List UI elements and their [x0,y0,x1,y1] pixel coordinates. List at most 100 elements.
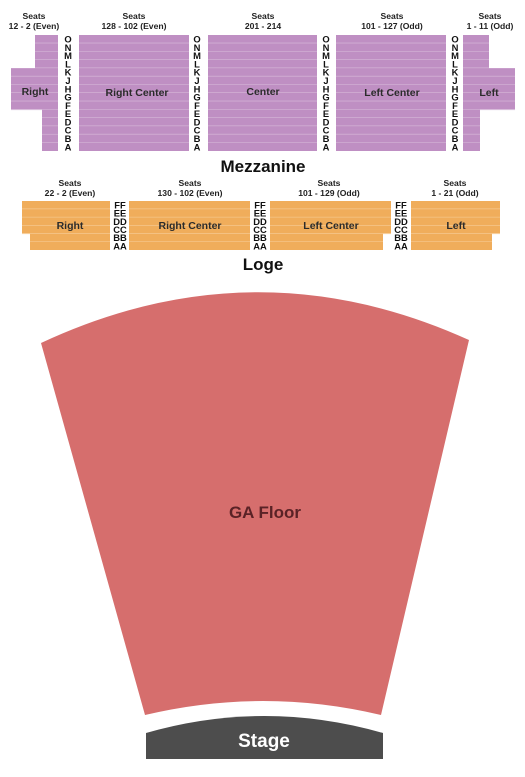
mezzanine-row-e[interactable] [463,109,480,118]
loge-row-ff[interactable] [411,201,500,210]
loge-section-right-center[interactable]: Seats130 - 102 (Even) Right Center [129,178,250,250]
mezzanine-row-d[interactable] [208,117,317,127]
loge-row-ff[interactable] [270,201,391,210]
seats-range: 1 - 21 (Odd) [431,188,478,198]
mezzanine-row-m[interactable] [208,51,317,60]
mezzanine-row-f[interactable] [336,101,446,110]
mezzanine-row-n[interactable] [35,43,58,52]
seats-title: Seats [59,178,82,188]
mezzanine-row-o[interactable] [79,35,189,44]
mezzanine-row-b[interactable] [336,134,446,143]
mezzanine-row-d[interactable] [463,117,480,127]
mezzanine-row-j[interactable] [208,76,317,85]
loge-row-bb[interactable] [411,233,492,242]
seats-range: 201 - 214 [245,21,282,31]
loge-section-left[interactable]: Seats1 - 21 (Odd) Left [411,178,500,250]
section-label: Left Center [303,220,358,232]
mezzanine-row-n[interactable] [79,43,189,52]
mezzanine-section-right-center[interactable]: Seats128 - 102 (Even) Right Center [79,11,189,151]
loge-row-ee[interactable] [411,209,500,218]
mezzanine-row-k[interactable] [336,68,446,77]
mezzanine-row-c[interactable] [208,126,317,135]
mezzanine-row-o[interactable] [35,35,58,44]
mezzanine-row-d[interactable] [79,117,189,127]
mezzanine-row-b[interactable] [208,134,317,143]
mezzanine-row-k[interactable] [208,68,317,77]
mezzanine-row-d[interactable] [42,117,58,127]
mezzanine-row-c[interactable] [336,126,446,135]
mezzanine-section-center[interactable]: Seats201 - 214 Center [208,11,317,151]
mezzanine-row-n[interactable] [336,43,446,52]
mezzanine-row-a[interactable] [336,142,446,151]
mezzanine-row-l[interactable] [463,59,489,69]
mezzanine-row-e[interactable] [336,109,446,118]
mezzanine-row-j[interactable] [11,76,58,85]
loge-section-left-center[interactable]: Seats101 - 129 (Odd) Left Center [270,178,391,250]
mezzanine-row-c[interactable] [463,126,480,135]
seats-title: Seats [23,11,46,21]
loge-row-ee[interactable] [129,209,250,218]
mezzanine-row-l[interactable] [35,59,58,69]
seats-title: Seats [123,11,146,21]
mezzanine-section-left[interactable]: Seats1 - 11 (Odd) Left [463,11,515,151]
mezzanine-row-f[interactable] [79,101,189,110]
mezzanine-row-f[interactable] [208,101,317,110]
mezzanine-row-a[interactable] [79,142,189,151]
loge-row-ee[interactable] [22,209,110,218]
mezzanine-row-e[interactable] [79,109,189,118]
section-label: Right Center [106,87,169,99]
mezzanine-row-e[interactable] [208,109,317,118]
loge-row-bb[interactable] [30,233,110,242]
mezzanine-row-o[interactable] [208,35,317,44]
loge-section-right[interactable]: Seats22 - 2 (Even) Right [22,178,110,250]
section-label: Left [479,87,499,99]
mezzanine-row-m[interactable] [463,51,489,60]
seats-range: 130 - 102 (Even) [158,188,223,198]
mezzanine-row-m[interactable] [336,51,446,60]
section-ga-floor[interactable]: GA Floor [41,292,469,715]
loge-row-ee[interactable] [270,209,391,218]
mezzanine-row-e[interactable] [42,109,58,118]
mezzanine-row-c[interactable] [79,126,189,135]
mezzanine-row-o[interactable] [336,35,446,44]
seats-title: Seats [318,178,341,188]
mezzanine-row-k[interactable] [463,68,515,77]
mezzanine-row-l[interactable] [79,59,189,69]
mezzanine-row-d[interactable] [336,117,446,127]
loge-row-aa[interactable] [411,241,492,250]
mezzanine-row-f[interactable] [11,101,58,110]
mezzanine-row-l[interactable] [208,59,317,69]
mezzanine-row-k[interactable] [11,68,58,77]
seats-title: Seats [381,11,404,21]
mezzanine-row-o[interactable] [463,35,489,44]
mezzanine-row-b[interactable] [463,134,480,143]
mezzanine-row-b[interactable] [79,134,189,143]
mezzanine-row-n[interactable] [463,43,489,52]
loge-row-aa[interactable] [30,241,110,250]
mezzanine-row-a[interactable] [208,142,317,151]
ga-floor-label: GA Floor [229,503,301,522]
loge-row-ff[interactable] [129,201,250,210]
mezzanine-row-b[interactable] [42,134,58,143]
mezzanine-row-f[interactable] [463,101,515,110]
mezzanine-row-a[interactable] [463,142,480,151]
mezzanine-row-k[interactable] [79,68,189,77]
loge-row-ff[interactable] [22,201,110,210]
mezzanine-row-j[interactable] [79,76,189,85]
loge-row-aa[interactable] [270,241,383,250]
mezzanine-section-left-center[interactable]: Seats101 - 127 (Odd) Left Center [336,11,446,151]
mezzanine-row-l[interactable] [336,59,446,69]
mezzanine-row-a[interactable] [42,142,58,151]
mezzanine-section-right[interactable]: Seats12 - 2 (Even) Right [9,11,60,151]
mezzanine-row-n[interactable] [208,43,317,52]
mezzanine-row-c[interactable] [42,126,58,135]
mezzanine-row-m[interactable] [79,51,189,60]
loge-row-aa[interactable] [129,241,250,250]
section-label: Left Center [364,87,419,99]
mezzanine-row-j[interactable] [336,76,446,85]
loge-row-bb[interactable] [129,233,250,242]
seats-range: 101 - 127 (Odd) [361,21,423,31]
mezzanine-row-m[interactable] [35,51,58,60]
mezzanine-row-j[interactable] [463,76,515,85]
loge-row-bb[interactable] [270,233,383,242]
